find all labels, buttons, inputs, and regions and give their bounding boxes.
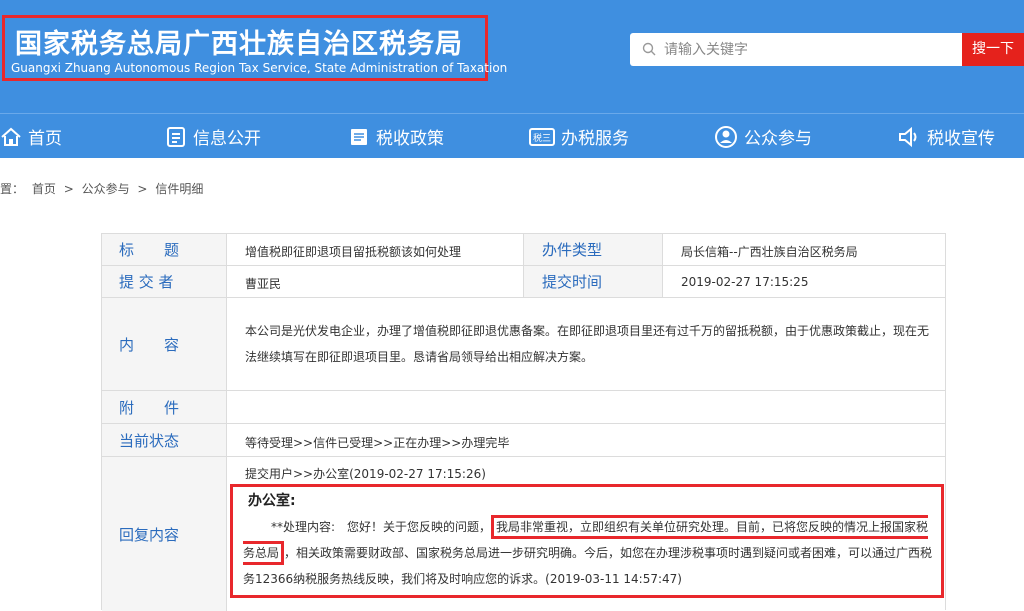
- tax-badge-icon: 税三: [529, 127, 555, 146]
- main-nav: 首页 信息公开 税收政策 税三 办税服务 公众参与 税收宣传: [0, 113, 1024, 158]
- nav-item-policy[interactable]: 税收政策: [348, 114, 444, 159]
- nav-label: 公众参与: [744, 129, 812, 149]
- svg-text:税三: 税三: [533, 132, 551, 144]
- breadcrumb-participation[interactable]: 公众参与: [82, 182, 130, 196]
- nav-item-publicity[interactable]: 税收宣传: [897, 114, 995, 159]
- row-content: 内 容 本公司是光伏发电企业，办理了增值税即征即退优惠备案。在即征即退项目里还有…: [102, 298, 945, 391]
- row-status: 当前状态 等待受理>>信件已受理>>正在办理>>办理完毕: [102, 424, 945, 457]
- nav-item-home[interactable]: 首页: [0, 114, 62, 159]
- document-list-icon: [167, 126, 185, 147]
- site-title: 国家税务总局广西壮族自治区税务局: [15, 29, 463, 60]
- search-box: [630, 33, 962, 66]
- value-title: 增值税即征即退项目留抵税额该如何处理: [245, 245, 462, 259]
- nav-label: 办税服务: [561, 129, 629, 149]
- value-type: 局长信箱--广西壮族自治区税务局: [681, 245, 858, 259]
- nav-item-service[interactable]: 税三 办税服务: [529, 114, 629, 159]
- label-content: 内 容: [102, 298, 227, 390]
- value-submitter: 曹亚民: [245, 277, 282, 291]
- value-content: 本公司是光伏发电企业，办理了增值税即征即退优惠备案。在即征即退项目里还有过千万的…: [245, 324, 930, 364]
- label-reply: 回复内容: [102, 457, 227, 611]
- reply-department: 办公室:: [248, 493, 296, 509]
- search-icon: [642, 42, 656, 56]
- nav-label: 税收宣传: [927, 129, 995, 149]
- user-circle-icon: [715, 125, 737, 148]
- letter-detail-panel: 标 题 增值税即征即退项目留抵税额该如何处理 办件类型 局长信箱--广西壮族自治…: [101, 233, 946, 611]
- nav-label: 信息公开: [193, 129, 261, 149]
- reply-meta: 提交用户>>办公室(2019-02-27 17:15:26): [245, 467, 486, 481]
- reply-part1: **处理内容: 您好！关于您反映的问题，: [271, 520, 492, 534]
- home-icon: [1, 127, 21, 146]
- breadcrumb-home[interactable]: 首页: [32, 182, 56, 196]
- reply-part2: ，相关政策需要财政部、国家税务总局进一步研究明确。今后，如您在办理涉税事项时遇到…: [243, 546, 933, 586]
- search-button[interactable]: 搜一下: [962, 33, 1024, 66]
- search-input[interactable]: [664, 33, 954, 66]
- speaker-icon: [899, 126, 917, 147]
- value-time: 2019-02-27 17:15:25: [681, 275, 809, 289]
- breadcrumb-current: 信件明细: [155, 182, 204, 196]
- row-attachment: 附 件: [102, 391, 945, 424]
- label-attachment: 附 件: [102, 391, 227, 423]
- site-subtitle: Guangxi Zhuang Autonomous Region Tax Ser…: [11, 61, 508, 75]
- value-status: 等待受理>>信件已受理>>正在办理>>办理完毕: [245, 436, 510, 450]
- site-title-block[interactable]: 国家税务总局广西壮族自治区税务局 Guangxi Zhuang Autonomo…: [2, 15, 507, 81]
- label-time: 提交时间: [523, 266, 663, 297]
- nav-label: 首页: [28, 129, 62, 149]
- label-status: 当前状态: [102, 424, 227, 456]
- label-type: 办件类型: [523, 234, 663, 265]
- breadcrumb-prefix: 位置：: [0, 182, 25, 196]
- nav-label: 税收政策: [376, 129, 444, 149]
- breadcrumb: 位置： 首页 > 公众参与 > 信件明细: [0, 180, 207, 197]
- reply-highlight-box: 办公室: **处理内容: 您好！关于您反映的问题， 我局非常重视，立即组织有关单位…: [230, 484, 944, 598]
- breadcrumb-separator: >: [137, 182, 148, 196]
- reply-text: **处理内容: 您好！关于您反映的问题， 我局非常重视，立即组织有关单位研究处理。…: [243, 514, 933, 592]
- row-title: 标 题 增值税即征即退项目留抵税额该如何处理 办件类型 局长信箱--广西壮族自治…: [102, 234, 945, 266]
- nav-item-participation[interactable]: 公众参与: [714, 114, 812, 159]
- breadcrumb-separator: >: [63, 182, 74, 196]
- row-submitter: 提 交 者 曹亚民 提交时间 2019-02-27 17:15:25: [102, 266, 945, 298]
- label-title: 标 题: [102, 234, 227, 265]
- label-submitter: 提 交 者: [102, 266, 227, 297]
- nav-item-info[interactable]: 信息公开: [165, 114, 261, 159]
- book-icon: [351, 128, 367, 145]
- site-header: 国家税务总局广西壮族自治区税务局 Guangxi Zhuang Autonomo…: [0, 0, 1024, 113]
